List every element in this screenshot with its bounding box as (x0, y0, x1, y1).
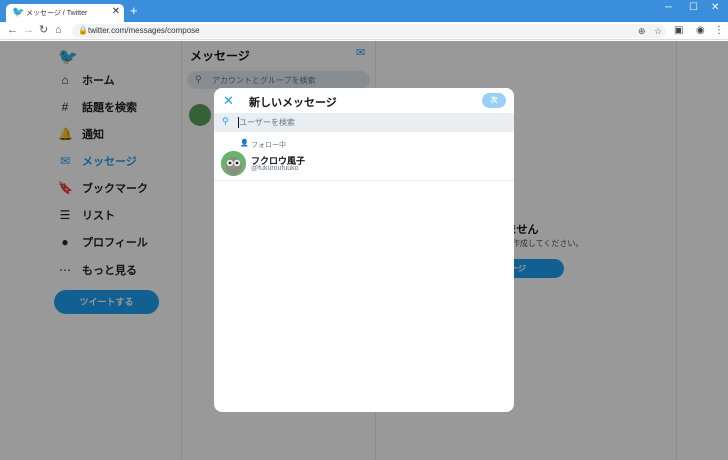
browser-tab[interactable]: 🐦 メッセージ / Twitter ✕ (6, 4, 124, 22)
browser-titlebar: 🐦 メッセージ / Twitter ✕ + ─ ☐ ✕ (0, 0, 728, 22)
user-handle: @fukuroufuuko (251, 165, 299, 172)
address-bar[interactable]: 🔒 twitter.com/messages/compose ⊕ ☆ (72, 24, 666, 38)
url-text[interactable]: twitter.com/messages/compose (88, 26, 200, 35)
person-icon: 👤 (240, 140, 249, 147)
extension-icon[interactable]: ▣ (674, 24, 683, 37)
menu-kebab-icon[interactable]: ⋮ (714, 24, 724, 37)
search-icon: ⚲ (222, 116, 229, 126)
back-arrow-icon[interactable]: ← (7, 24, 18, 37)
minimize-icon[interactable]: ─ (665, 2, 672, 14)
browser-toolbar: ← → ↻ ⌂ 🔒 twitter.com/messages/compose ⊕… (0, 22, 728, 40)
user-search-input[interactable]: ユーザーを検索 (239, 117, 295, 128)
lock-icon: 🔒 (78, 26, 88, 35)
following-section-label: フォロー中 (251, 142, 286, 149)
new-tab-button[interactable]: + (130, 4, 138, 18)
home-icon[interactable]: ⌂ (55, 24, 62, 37)
owl-avatar-icon (221, 151, 246, 176)
bookmark-star-icon[interactable]: ☆ (654, 25, 662, 37)
reload-icon[interactable]: ↻ (39, 24, 48, 37)
next-button[interactable]: 次 (482, 93, 506, 108)
account-icon[interactable]: ◉ (696, 24, 705, 37)
site-settings-icon[interactable]: ⊕ (638, 25, 646, 37)
close-icon[interactable]: ✕ (223, 93, 234, 109)
window-close-icon[interactable]: ✕ (711, 2, 719, 14)
forward-arrow-icon[interactable]: → (23, 24, 34, 37)
dialog-title: 新しいメッセージ (249, 97, 337, 109)
user-avatar[interactable] (221, 151, 246, 176)
divider (214, 180, 514, 181)
tab-title: メッセージ / Twitter (26, 10, 88, 17)
tab-close-icon[interactable]: ✕ (112, 6, 120, 18)
user-search-field[interactable]: ⚲ ユーザーを検索 (214, 113, 514, 132)
twitter-bird-icon: 🐦 (12, 7, 25, 18)
new-message-dialog: ✕ 新しいメッセージ 次 ⚲ ユーザーを検索 👤 フォロー中 フクロウ風子 @f… (214, 88, 514, 412)
maximize-icon[interactable]: ☐ (689, 2, 698, 14)
